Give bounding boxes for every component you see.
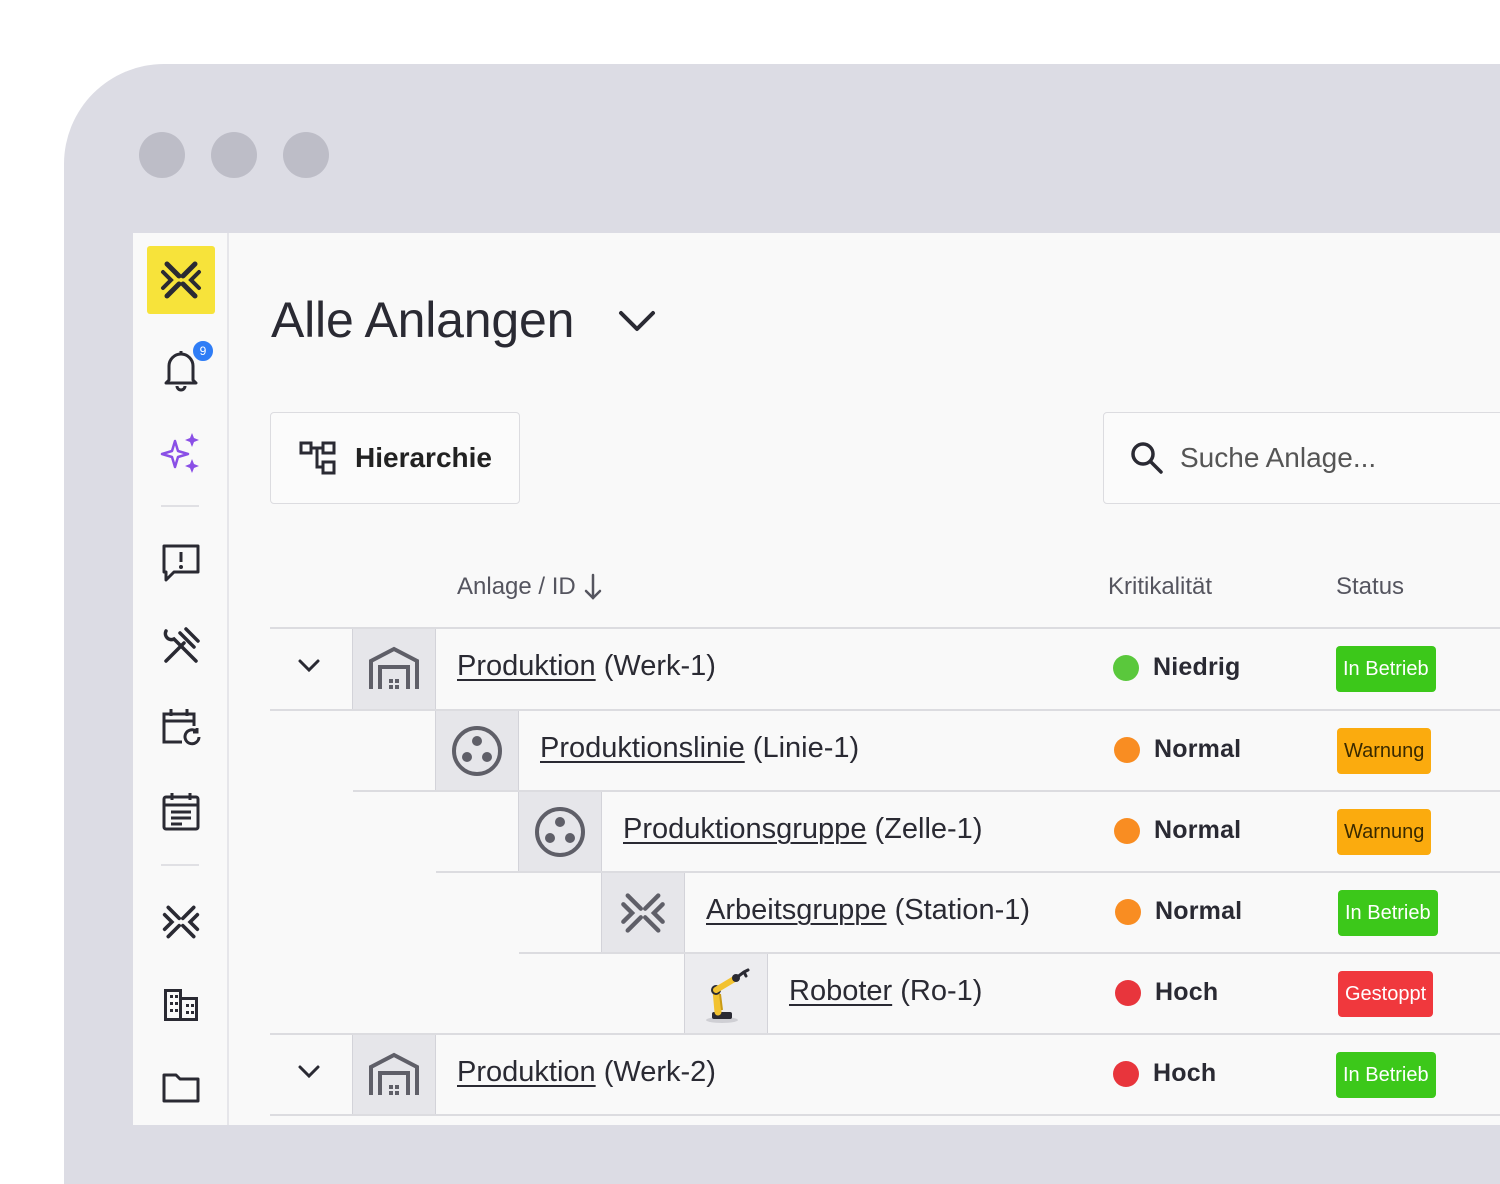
- message-alert-icon[interactable]: [147, 529, 215, 597]
- asset-icon[interactable]: [147, 888, 215, 956]
- building-icon[interactable]: [147, 971, 215, 1039]
- row-divider: [270, 1114, 1500, 1116]
- table-row[interactable]: Produktionslinie (Linie-1) Normal Warnun…: [270, 711, 1500, 791]
- criticality-dot: [1114, 817, 1140, 844]
- criticality-dot: [1115, 898, 1141, 925]
- app-content: 9 Alle Anlangen Hierarchie Suche Anlage.…: [133, 233, 1500, 1125]
- asset-id: (Werk-1): [603, 650, 716, 682]
- expand-chevron-icon[interactable]: [296, 653, 322, 684]
- asset-id: (Ro-1): [900, 975, 983, 1007]
- asset-id: (Werk-2): [603, 1056, 716, 1088]
- page-title: Alle Anlangen: [271, 292, 575, 348]
- search-box[interactable]: [1103, 412, 1500, 504]
- table-row[interactable]: Roboter (Ro-1) Hoch Gestoppt: [270, 954, 1500, 1034]
- asset-name-cell: Produktion (Werk-2): [457, 1056, 716, 1089]
- asset-link[interactable]: Produktion: [457, 650, 596, 682]
- sidebar-separator: [161, 505, 199, 507]
- table-row[interactable]: Produktion (Werk-1) Niedrig In Betrieb: [270, 629, 1500, 709]
- criticality-cell: Hoch: [1115, 978, 1218, 1007]
- hierarchy-button[interactable]: Hierarchie: [270, 412, 520, 504]
- logo-icon[interactable]: [147, 246, 215, 314]
- sidebar-separator: [161, 864, 199, 866]
- asset-name-cell: Produktion (Werk-1): [457, 650, 716, 683]
- criticality-cell: Normal: [1115, 897, 1242, 926]
- asset-name-cell: Roboter (Ro-1): [789, 975, 982, 1008]
- criticality-dot: [1114, 736, 1140, 763]
- table-row[interactable]: Produktion (Werk-2) Hoch In Betrieb: [270, 1035, 1500, 1115]
- search-icon: [1130, 441, 1164, 475]
- hierarchy-label: Hierarchie: [355, 442, 492, 473]
- hierarchy-icon: [299, 440, 337, 476]
- sidebar: 9: [133, 233, 229, 1125]
- window-dot-close[interactable]: [139, 132, 185, 178]
- column-header-status[interactable]: Status: [1336, 573, 1404, 601]
- asset-link[interactable]: Arbeitsgruppe: [706, 894, 887, 926]
- workgroup-icon: [601, 873, 685, 953]
- search-input[interactable]: [1178, 441, 1500, 475]
- asset-id: (Linie-1): [752, 732, 860, 764]
- asset-name-cell: Arbeitsgruppe (Station-1): [706, 894, 1030, 927]
- calendar-list-icon[interactable]: [147, 777, 215, 845]
- criticality-cell: Normal: [1114, 816, 1241, 845]
- status-badge: In Betrieb: [1336, 646, 1436, 692]
- notification-badge: 9: [191, 339, 215, 363]
- warehouse-icon: [352, 629, 436, 709]
- column-header-asset[interactable]: Anlage / ID: [457, 573, 602, 601]
- status-badge: Warnung: [1337, 728, 1432, 774]
- table-row[interactable]: Arbeitsgruppe (Station-1) Normal In Betr…: [270, 873, 1500, 953]
- asset-link[interactable]: Produktionslinie: [540, 732, 745, 764]
- sort-down-arrow-icon: [584, 573, 602, 601]
- expand-chevron-icon[interactable]: [296, 1059, 322, 1090]
- column-header-criticality[interactable]: Kritikalität: [1108, 573, 1212, 601]
- criticality-dot: [1115, 979, 1141, 1006]
- asset-id: (Zelle-1): [874, 813, 983, 845]
- status-badge: In Betrieb: [1336, 1052, 1436, 1098]
- criticality-cell: Normal: [1114, 735, 1241, 764]
- calendar-refresh-icon[interactable]: [147, 693, 215, 761]
- asset-name-cell: Produktionslinie (Linie-1): [540, 732, 859, 765]
- window-dot-minimize[interactable]: [211, 132, 257, 178]
- warehouse-icon: [352, 1035, 436, 1115]
- asset-link[interactable]: Produktion: [457, 1056, 596, 1088]
- window-dot-maximize[interactable]: [283, 132, 329, 178]
- criticality-dot: [1113, 1060, 1139, 1087]
- criticality-cell: Hoch: [1113, 1059, 1216, 1088]
- status-badge: Warnung: [1337, 809, 1432, 855]
- production-line-icon: [435, 711, 519, 791]
- criticality-cell: Niedrig: [1113, 653, 1241, 682]
- tools-icon[interactable]: [147, 612, 215, 680]
- criticality-dot: [1113, 654, 1139, 681]
- asset-link[interactable]: Produktionsgruppe: [623, 813, 866, 845]
- table-row[interactable]: Produktionsgruppe (Zelle-1) Normal Warnu…: [270, 792, 1500, 872]
- robot-arm-icon: [684, 954, 768, 1034]
- production-group-icon: [518, 792, 602, 872]
- title-dropdown-chevron-icon[interactable]: [615, 303, 659, 344]
- sparkle-icon[interactable]: [147, 419, 215, 487]
- status-badge: In Betrieb: [1338, 890, 1438, 936]
- asset-name-cell: Produktionsgruppe (Zelle-1): [623, 813, 982, 846]
- folder-icon[interactable]: [147, 1053, 215, 1121]
- status-badge: Gestoppt: [1338, 971, 1434, 1017]
- asset-id: (Station-1): [894, 894, 1031, 926]
- asset-link[interactable]: Roboter: [789, 975, 892, 1007]
